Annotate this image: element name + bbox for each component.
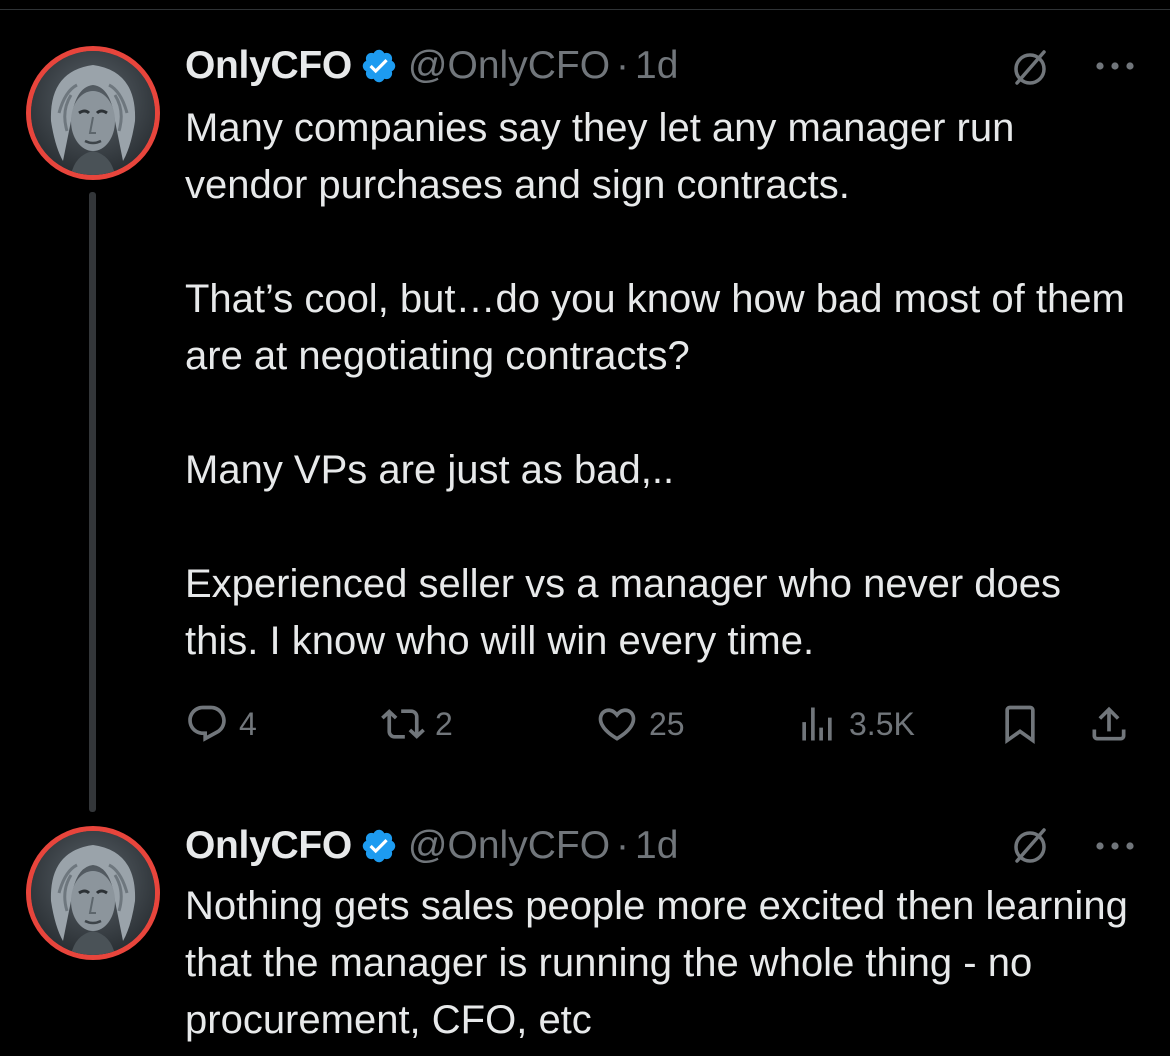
handle[interactable]: @OnlyCFO <box>408 44 610 88</box>
tweet-paragraph: That’s cool, but…do you know how bad mos… <box>185 277 1125 378</box>
verified-badge-icon <box>360 827 398 865</box>
avatar[interactable] <box>26 46 160 180</box>
grok-icon[interactable] <box>1008 46 1052 90</box>
reply-icon <box>188 705 226 742</box>
tweet[interactable]: OnlyCFO @OnlyCFO · 1d Many companies say… <box>0 0 1170 820</box>
tweet-paragraph: Experienced seller vs a manager who neve… <box>185 562 1062 663</box>
retweet-count: 2 <box>435 705 453 742</box>
retweet-button[interactable]: 2 <box>381 696 453 752</box>
tweet-header: OnlyCFO @OnlyCFO · 1d <box>185 822 678 870</box>
display-name[interactable]: OnlyCFO <box>185 44 352 88</box>
tweet-text: Nothing gets sales people more excited t… <box>185 878 1145 1049</box>
share-icon <box>1092 706 1126 741</box>
share-button[interactable] <box>1087 696 1131 752</box>
tweet-paragraph: Many companies say they let any manager … <box>185 106 1015 207</box>
views-chart-icon <box>802 707 832 741</box>
separator-dot: · <box>616 44 630 87</box>
tweet-paragraph: Many VPs are just as bad,.. <box>185 448 675 492</box>
reply-count: 4 <box>239 705 257 742</box>
tweet-text: Many companies say they let any manager … <box>185 100 1145 670</box>
timestamp[interactable]: 1d <box>635 824 678 868</box>
retweet-icon <box>381 709 425 739</box>
heart-icon <box>598 708 636 741</box>
views-button[interactable]: 3.5K <box>795 696 915 752</box>
more-dots-icon[interactable] <box>1090 836 1140 856</box>
bookmark-button[interactable] <box>998 696 1042 752</box>
grok-icon[interactable] <box>1008 824 1052 868</box>
more-dots-icon[interactable] <box>1090 56 1140 76</box>
tweet-header: OnlyCFO @OnlyCFO · 1d <box>185 42 678 90</box>
reply-button[interactable]: 4 <box>185 696 257 752</box>
separator-dot: · <box>616 824 630 867</box>
thread-line <box>89 192 96 812</box>
views-count: 3.5K <box>849 705 915 742</box>
tweet-paragraph: Nothing gets sales people more excited t… <box>185 884 1128 1042</box>
tweet[interactable]: OnlyCFO @OnlyCFO · 1d Nothing gets sales… <box>0 800 1170 1056</box>
bookmark-icon <box>1005 705 1035 745</box>
like-button[interactable]: 25 <box>595 696 685 752</box>
display-name[interactable]: OnlyCFO <box>185 824 352 868</box>
timestamp[interactable]: 1d <box>635 44 678 88</box>
like-count: 25 <box>649 705 685 742</box>
tweet-actions: 4 2 25 3.5K <box>185 696 1140 752</box>
avatar-image <box>31 831 155 955</box>
handle[interactable]: @OnlyCFO <box>408 824 610 868</box>
verified-badge-icon <box>360 47 398 85</box>
avatar-image <box>31 51 155 175</box>
avatar[interactable] <box>26 826 160 960</box>
